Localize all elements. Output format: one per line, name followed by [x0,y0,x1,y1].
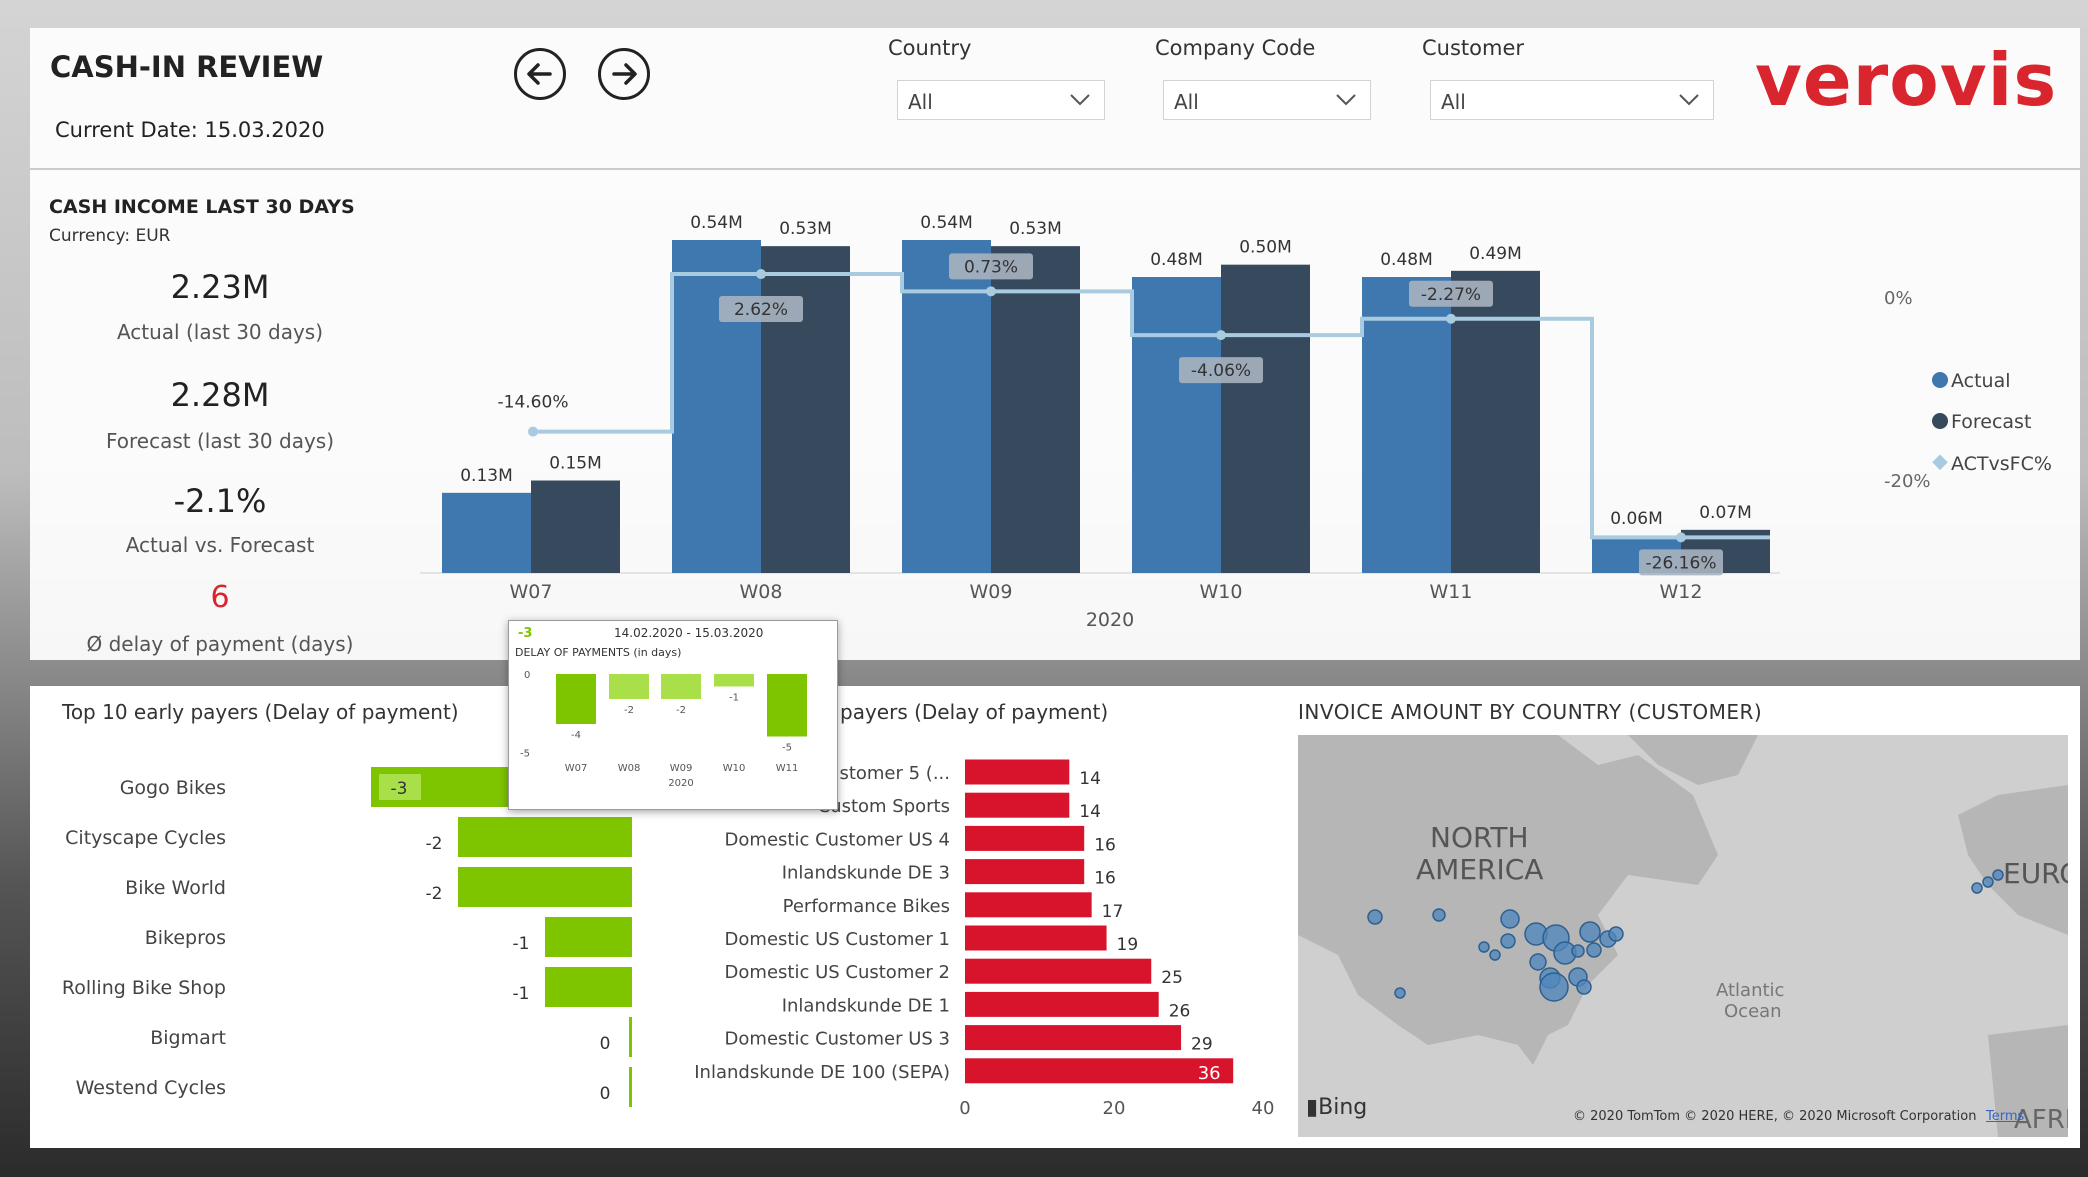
map-bubble [1571,944,1585,958]
kpi-delay-label: Ø delay of payment (days) [86,632,354,656]
map-title: INVOICE AMOUNT BY COUNTRY (CUSTOMER) [1298,700,1763,724]
country-dropdown[interactable]: All [897,80,1105,120]
back-button[interactable] [514,48,566,100]
map-bubble [1971,882,1983,894]
invoice-map[interactable]: NORTH AMERICA EURC Atlantic Ocean AFRI [1298,735,2068,1137]
page-title: CASH-IN REVIEW [50,50,324,84]
map-bubble [1367,909,1383,925]
kpi-variance-value: -2.1% [173,482,267,520]
kpi-section-title: CASH INCOME LAST 30 DAYS [49,196,355,218]
map-bubble [1608,926,1624,942]
company-code-dropdown-value: All [1174,90,1199,114]
map-bubble [1529,953,1547,971]
tooltip-date-range: 14.02.2020 - 15.03.2020 [614,626,764,640]
customer-dropdown[interactable]: All [1430,80,1714,120]
map-bubble [1576,979,1592,995]
map-copyright: © 2020 TomTom © 2020 HERE, © 2020 Micros… [1573,1109,1977,1124]
company-code-filter-label: Company Code [1155,36,1316,60]
country-dropdown-value: All [908,90,933,114]
early-payers-title: Top 10 early payers (Delay of payment) [62,700,459,724]
map-terms-link[interactable]: Terms [1986,1109,2024,1124]
map-bubble [1489,949,1501,961]
arrow-right-icon [612,63,637,85]
kpi-currency: Currency: EUR [49,226,171,246]
kpi-variance-label: Actual vs. Forecast [125,533,315,557]
bing-icon: ▮ [1306,1095,1319,1120]
map-bubble [1982,876,1994,888]
chevron-down-icon [1070,94,1090,106]
late-payers-title: payers (Delay of payment) [840,700,1109,724]
arrow-left-icon [527,63,552,85]
company-code-dropdown[interactable]: All [1163,80,1371,120]
map-bubble [1500,933,1516,949]
forward-button[interactable] [598,48,650,100]
map-bubble [1586,942,1602,958]
map-bubble [1394,987,1406,999]
cash-income-panel [30,170,2080,660]
bing-logo: ▮Bing [1306,1095,1367,1120]
tooltip-header-value: -3 [518,626,533,641]
tooltip-title: DELAY OF PAYMENTS (in days) [515,646,682,659]
map-bubble [1579,921,1601,943]
chevron-down-icon [1679,94,1699,106]
company-logo: verovis [1755,38,2058,122]
kpi-delay-value: 6 [210,580,230,615]
map-bubbles [1367,869,2004,1002]
bing-label: Bing [1318,1095,1368,1120]
kpi-forecast-value: 2.28M [170,376,270,414]
customer-filter-label: Customer [1422,36,1525,60]
current-date: Current Date: 15.03.2020 [55,118,325,142]
chevron-down-icon [1336,94,1356,106]
map-bubble [1539,972,1569,1002]
customer-dropdown-value: All [1441,90,1466,114]
map-bubble [1432,908,1446,922]
country-filter-label: Country [888,36,972,60]
map-bubble [1478,941,1490,953]
map-bubble [1500,909,1520,929]
kpi-actual-value: 2.23M [170,268,270,306]
kpi-actual-label: Actual (last 30 days) [116,320,324,344]
map-bubble [1992,869,2004,881]
kpi-forecast-label: Forecast (last 30 days) [105,429,335,453]
